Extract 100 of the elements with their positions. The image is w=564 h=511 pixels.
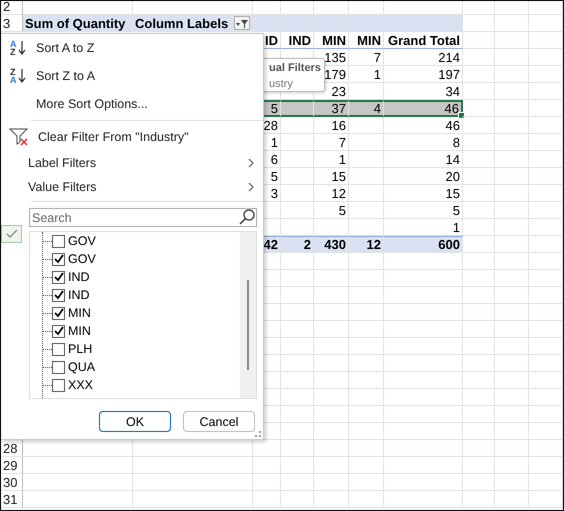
table-cell <box>349 406 384 423</box>
table-cell <box>281 253 314 270</box>
value-label: QUA <box>68 360 96 374</box>
table-cell <box>314 423 349 440</box>
table-cell <box>314 338 349 355</box>
checkbox[interactable] <box>52 234 65 248</box>
table-cell <box>529 168 563 185</box>
table-cell <box>463 151 495 168</box>
table-cell <box>495 49 529 66</box>
table-cell <box>463 236 495 253</box>
table-cell <box>529 457 563 474</box>
sort-menu-item[interactable]: Z A Sort Z to A <box>1 62 263 90</box>
table-cell <box>495 474 529 491</box>
checkbox[interactable] <box>52 360 65 374</box>
table-cell <box>463 372 495 389</box>
table-cell <box>495 15 529 32</box>
resize-grip-icon[interactable] <box>255 431 261 437</box>
table-cell <box>495 287 529 304</box>
table-cell <box>281 117 314 134</box>
checkbox[interactable] <box>52 270 65 284</box>
table-cell: 12 <box>314 185 349 202</box>
table-cell <box>495 66 529 83</box>
table-cell <box>529 253 563 270</box>
value-label: MIN <box>68 324 91 338</box>
table-cell <box>314 15 349 32</box>
table-cell <box>495 253 529 270</box>
ok-button[interactable]: OK <box>99 411 171 432</box>
table-cell <box>314 253 349 270</box>
table-cell <box>463 32 495 49</box>
value-label: IND <box>68 270 90 284</box>
table-cell <box>281 372 314 389</box>
table-cell <box>281 287 314 304</box>
table-cell <box>463 83 495 100</box>
table-cell <box>495 355 529 372</box>
table-cell: 7 <box>314 134 349 151</box>
search-field[interactable]: Search <box>29 208 257 227</box>
table-cell <box>281 355 314 372</box>
scrollbar[interactable] <box>240 232 256 398</box>
table-cell: 600 <box>384 236 463 253</box>
table-cell <box>495 338 529 355</box>
check-icon <box>1 225 22 243</box>
table-cell <box>349 15 384 32</box>
table-cell: 197 <box>384 66 463 83</box>
table-cell <box>529 389 563 406</box>
table-cell <box>529 338 563 355</box>
table-cell <box>463 100 495 117</box>
table-cell: 20 <box>384 168 463 185</box>
filter-button[interactable] <box>234 16 250 30</box>
table-cell <box>529 32 563 49</box>
table-cell <box>349 117 384 134</box>
table-cell <box>349 253 384 270</box>
table-cell <box>349 338 384 355</box>
table-cell: 16 <box>314 117 349 134</box>
table-cell <box>281 151 314 168</box>
checkbox[interactable] <box>52 306 65 320</box>
row-header: 3 <box>1 15 23 32</box>
table-cell: 1 <box>314 151 349 168</box>
table-cell: 214 <box>384 49 463 66</box>
table-cell: 2 <box>281 236 314 253</box>
cancel-button[interactable]: Cancel <box>183 411 255 432</box>
table-cell <box>495 321 529 338</box>
table-cell <box>314 389 349 406</box>
table-cell <box>463 253 495 270</box>
row-header: 2 <box>1 1 23 15</box>
table-cell <box>281 304 314 321</box>
checkbox[interactable] <box>52 378 65 392</box>
table-cell: MIN <box>349 32 384 49</box>
table-cell <box>281 321 314 338</box>
table-cell <box>495 270 529 287</box>
table-cell: 46 <box>384 100 463 117</box>
table-cell <box>253 457 281 474</box>
table-cell <box>529 474 563 491</box>
table-cell <box>529 83 563 100</box>
table-cell <box>314 474 349 491</box>
table-cell: MIN <box>314 32 349 49</box>
table-cell <box>314 406 349 423</box>
table-cell <box>463 134 495 151</box>
table-cell <box>529 15 563 32</box>
checkbox[interactable] <box>52 342 65 356</box>
checkbox[interactable] <box>52 288 65 302</box>
checkbox[interactable] <box>52 324 65 338</box>
table-cell <box>253 474 281 491</box>
table-cell <box>463 423 495 440</box>
table-cell <box>529 236 563 253</box>
table-cell <box>314 372 349 389</box>
checkbox[interactable] <box>52 252 65 266</box>
table-cell: 12 <box>349 236 384 253</box>
table-cell <box>529 287 563 304</box>
table-cell <box>314 270 349 287</box>
table-cell <box>463 406 495 423</box>
table-cell <box>314 440 349 457</box>
table-cell <box>495 185 529 202</box>
table-cell <box>529 270 563 287</box>
table-cell <box>529 185 563 202</box>
table-cell <box>463 66 495 83</box>
clear-filter-icon <box>9 128 29 146</box>
table-cell: 8 <box>384 134 463 151</box>
value-label: IND <box>68 288 90 302</box>
table-cell <box>495 32 529 49</box>
table-cell <box>349 270 384 287</box>
